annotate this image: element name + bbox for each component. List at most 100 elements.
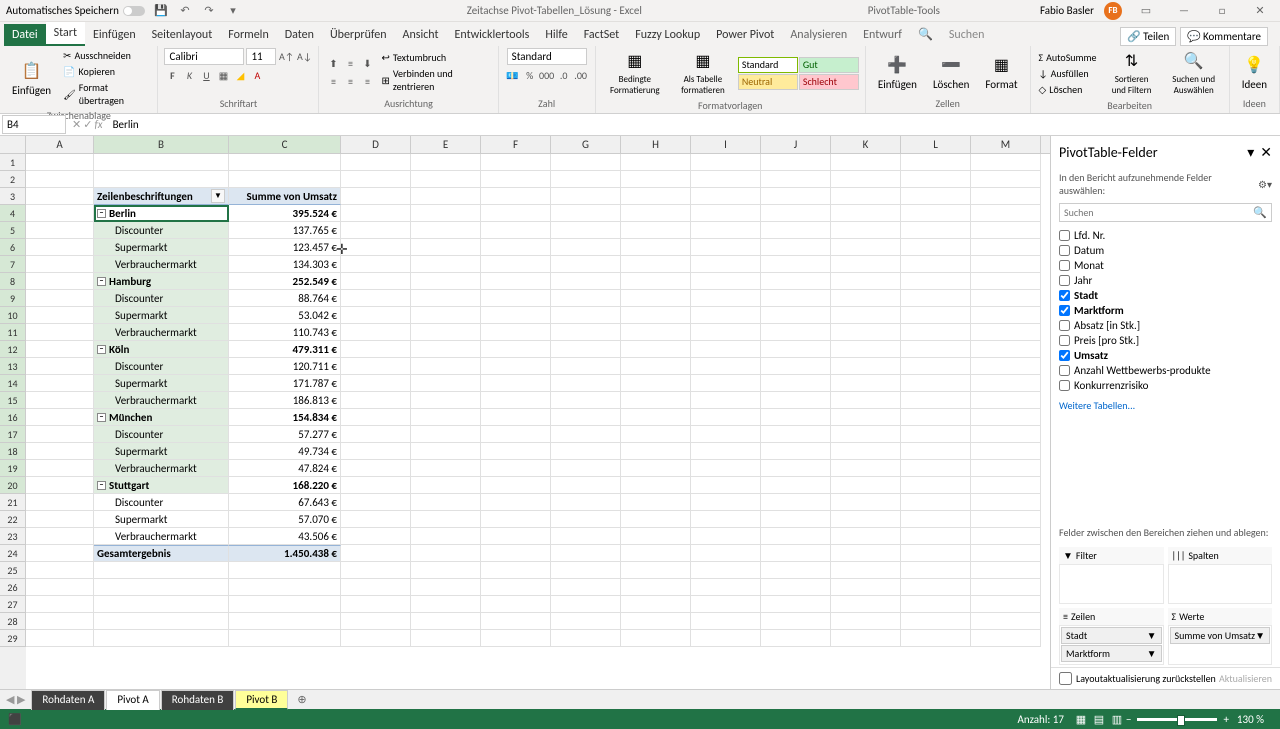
cell[interactable] [341, 443, 411, 460]
cell[interactable] [26, 375, 94, 392]
cell[interactable] [831, 324, 901, 341]
cell[interactable]: 137.765 € [229, 222, 341, 239]
cell[interactable] [26, 273, 94, 290]
cell[interactable] [901, 562, 971, 579]
cell[interactable] [621, 188, 691, 205]
cell[interactable] [26, 562, 94, 579]
field-item[interactable]: Konkurrenzrisiko [1059, 378, 1272, 393]
name-box[interactable] [2, 115, 66, 134]
cell[interactable] [831, 290, 901, 307]
cell[interactable] [551, 392, 621, 409]
cell[interactable] [26, 205, 94, 222]
cell[interactable] [831, 392, 901, 409]
drop-item[interactable]: Stadt▼ [1061, 627, 1162, 644]
cell[interactable] [26, 579, 94, 596]
toggle-switch[interactable] [123, 6, 145, 16]
cell[interactable] [481, 256, 551, 273]
cell[interactable] [971, 341, 1041, 358]
font-size-select[interactable] [246, 48, 276, 65]
cell[interactable] [761, 409, 831, 426]
tab-analysieren[interactable]: Analysieren [782, 24, 855, 46]
cell[interactable] [411, 154, 481, 171]
cell[interactable] [621, 341, 691, 358]
cell[interactable] [411, 443, 481, 460]
cell[interactable] [26, 222, 94, 239]
cell[interactable] [411, 205, 481, 222]
cell[interactable] [26, 443, 94, 460]
cell[interactable] [94, 596, 229, 613]
cell[interactable]: Supermarkt [94, 307, 229, 324]
cell[interactable] [831, 171, 901, 188]
cell[interactable] [901, 188, 971, 205]
cell[interactable] [901, 324, 971, 341]
cell[interactable] [691, 426, 761, 443]
align-top-icon[interactable]: ⬆ [325, 55, 341, 71]
cell[interactable] [691, 222, 761, 239]
cell[interactable]: −Berlin [94, 205, 229, 222]
cell[interactable] [831, 562, 901, 579]
cell[interactable] [26, 477, 94, 494]
cell[interactable] [691, 205, 761, 222]
pivot-search-input[interactable] [1064, 206, 1253, 219]
cell[interactable]: Discounter [94, 426, 229, 443]
align-center-icon[interactable]: ≡ [342, 73, 358, 89]
cell[interactable] [341, 409, 411, 426]
cell[interactable] [26, 154, 94, 171]
cell[interactable] [341, 562, 411, 579]
format-cells-button[interactable]: ▦Format [979, 52, 1023, 93]
cell[interactable] [341, 256, 411, 273]
cell[interactable] [229, 630, 341, 647]
find-select-button[interactable]: 🔍Suchen und Auswählen [1165, 48, 1223, 98]
autosave-toggle[interactable]: Automatisches Speichern [6, 4, 145, 17]
cell[interactable] [481, 460, 551, 477]
add-sheet-button[interactable]: ⊕ [289, 693, 314, 706]
cell[interactable] [341, 222, 411, 239]
col-header-E[interactable]: E [411, 136, 481, 153]
cell[interactable] [831, 426, 901, 443]
field-item[interactable]: Stadt [1059, 288, 1272, 303]
autosum-button[interactable]: Σ AutoSumme [1037, 50, 1099, 65]
sheet-nav[interactable]: ◀ ▶ [0, 693, 31, 706]
cell[interactable] [341, 341, 411, 358]
cell[interactable] [229, 154, 341, 171]
cell[interactable]: Zeilenbeschriftungen▼ [94, 188, 229, 205]
thousands-icon[interactable]: 000 [539, 67, 555, 83]
tab-start[interactable]: Start [46, 22, 85, 46]
values-area[interactable]: ΣWerte Summe von Umsatz▼ [1168, 608, 1273, 665]
cell[interactable] [691, 358, 761, 375]
collapse-icon[interactable]: − [97, 209, 106, 218]
zoom-slider[interactable] [1137, 718, 1217, 721]
cell[interactable] [411, 511, 481, 528]
row-header[interactable]: 13 [0, 358, 26, 375]
cell[interactable] [621, 545, 691, 562]
field-item[interactable]: Datum [1059, 243, 1272, 258]
cell[interactable] [26, 188, 94, 205]
cell[interactable]: −München [94, 409, 229, 426]
cell[interactable] [971, 222, 1041, 239]
maximize-icon[interactable]: □ [1208, 2, 1236, 20]
col-header-H[interactable]: H [621, 136, 691, 153]
cell[interactable] [761, 562, 831, 579]
cell[interactable] [691, 511, 761, 528]
cell[interactable] [971, 256, 1041, 273]
row-header[interactable]: 22 [0, 511, 26, 528]
cell[interactable] [411, 239, 481, 256]
cell[interactable] [229, 562, 341, 579]
cell[interactable] [831, 307, 901, 324]
cell[interactable] [621, 460, 691, 477]
cell[interactable] [761, 290, 831, 307]
cell[interactable]: Supermarkt [94, 443, 229, 460]
cell[interactable]: Discounter [94, 358, 229, 375]
row-header[interactable]: 26 [0, 579, 26, 596]
cell[interactable] [411, 613, 481, 630]
cell[interactable] [94, 579, 229, 596]
cell[interactable]: −Stuttgart [94, 477, 229, 494]
cell[interactable] [901, 205, 971, 222]
row-header[interactable]: 11 [0, 324, 26, 341]
cell[interactable] [761, 528, 831, 545]
field-item[interactable]: Absatz [in Stk.] [1059, 318, 1272, 333]
cell[interactable] [481, 409, 551, 426]
cell[interactable] [411, 545, 481, 562]
cell[interactable] [971, 630, 1041, 647]
cell[interactable]: 395.524 € [229, 205, 341, 222]
